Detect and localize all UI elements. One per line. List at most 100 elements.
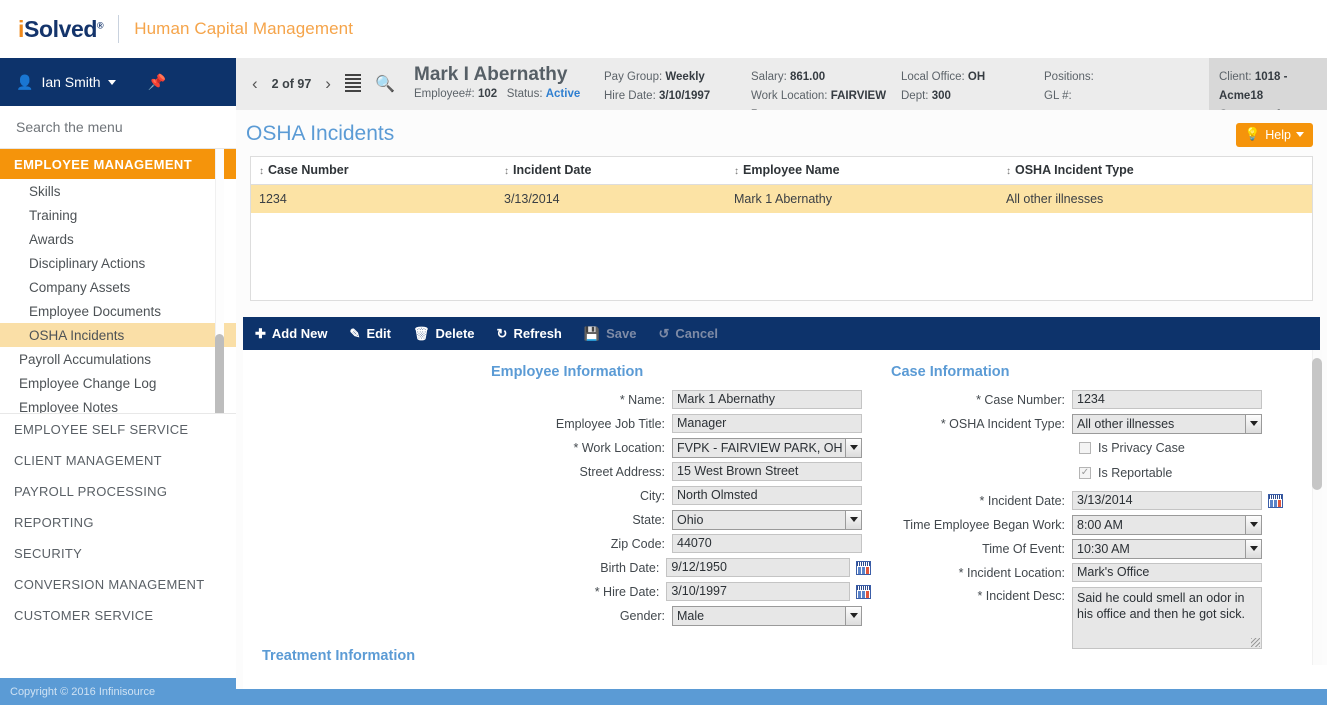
refresh-button[interactable]: ↻Refresh bbox=[497, 326, 562, 342]
incidents-table: ↕Case Number ↕Incident Date ↕Employee Na… bbox=[251, 157, 1312, 213]
chevron-right-icon[interactable]: › bbox=[325, 74, 331, 94]
delete-button[interactable]: 🗑Delete bbox=[413, 326, 475, 342]
sidebar-sections: EMPLOYEE SELF SERVICECLIENT MANAGEMENTPA… bbox=[0, 414, 236, 631]
employee-num-label: Employee#: bbox=[414, 88, 475, 100]
sidebar-item-employee-documents[interactable]: Employee Documents bbox=[0, 299, 236, 323]
chevron-down-icon[interactable] bbox=[845, 511, 861, 529]
sidebar-item-training[interactable]: Training bbox=[0, 203, 236, 227]
calendar-icon[interactable] bbox=[1268, 494, 1283, 508]
state-select[interactable]: Ohio bbox=[672, 510, 862, 530]
chevron-down-icon bbox=[1296, 132, 1304, 137]
chevron-down-icon[interactable] bbox=[1245, 540, 1261, 558]
osha-incident-type-select[interactable]: All other illnesses bbox=[1072, 414, 1262, 434]
street-address-input[interactable]: 15 West Brown Street bbox=[672, 462, 862, 481]
gender-select[interactable]: Male bbox=[672, 606, 862, 626]
column-header-osha-incident-type[interactable]: ↕OSHA Incident Type bbox=[998, 157, 1312, 185]
chevron-left-icon[interactable]: ‹ bbox=[252, 74, 258, 94]
registered-mark: ® bbox=[97, 20, 103, 30]
birth-date-input[interactable]: 9/12/1950 bbox=[666, 558, 850, 577]
name-input[interactable]: Mark 1 Abernathy bbox=[672, 390, 862, 409]
gender-value: Male bbox=[677, 609, 704, 623]
incident-location-input[interactable]: Mark's Office bbox=[1072, 563, 1262, 582]
sidebar-item-payroll-accumulations[interactable]: Payroll Accumulations bbox=[0, 347, 236, 371]
add-new-button[interactable]: ✚Add New bbox=[255, 326, 328, 342]
employee-field-group-2: Salary: 861.00 Work Location: FAIRVIEW P… bbox=[751, 58, 901, 110]
sidebar-item-label: Employee Notes bbox=[19, 400, 118, 415]
search-icon[interactable]: 🔍 bbox=[375, 74, 395, 94]
logo-solved: Solved bbox=[24, 16, 97, 42]
employee-field-group-1: Pay Group: Weekly Hire Date: 3/10/1997 bbox=[604, 58, 751, 110]
incident-desc-textarea[interactable]: Said he could smell an odor in his offic… bbox=[1072, 587, 1262, 649]
sidebar-section-payroll-processing[interactable]: PAYROLL PROCESSING bbox=[0, 476, 236, 507]
job-title-input[interactable]: Manager bbox=[672, 414, 862, 433]
calendar-icon[interactable] bbox=[856, 561, 871, 575]
zip-code-label: Zip Code: bbox=[491, 537, 672, 551]
form-scrollbar-thumb[interactable] bbox=[1312, 358, 1322, 490]
sidebar-section-reporting[interactable]: REPORTING bbox=[0, 507, 236, 538]
sidebar-section-label: CONVERSION MANAGEMENT bbox=[14, 577, 204, 592]
chevron-down-icon[interactable] bbox=[1245, 415, 1261, 433]
sidebar-item-disciplinary-actions[interactable]: Disciplinary Actions bbox=[0, 251, 236, 275]
sidebar-item-osha-incidents[interactable]: OSHA Incidents bbox=[0, 323, 236, 347]
sidebar-section-client-management[interactable]: CLIENT MANAGEMENT bbox=[0, 445, 236, 476]
work-location-label: * Work Location: bbox=[491, 441, 672, 455]
resize-grip-icon[interactable] bbox=[1251, 638, 1260, 647]
sidebar-item-awards[interactable]: Awards bbox=[0, 227, 236, 251]
calendar-icon[interactable] bbox=[856, 585, 871, 599]
zip-code-input[interactable]: 44070 bbox=[672, 534, 862, 553]
incident-date-input[interactable]: 3/13/2014 bbox=[1072, 491, 1262, 510]
plus-icon: ✚ bbox=[255, 326, 266, 342]
sidebar-section-conversion-management[interactable]: CONVERSION MANAGEMENT bbox=[0, 569, 236, 600]
chevron-down-icon[interactable] bbox=[845, 607, 861, 625]
pencil-square-icon: ✎ bbox=[350, 326, 361, 342]
column-header-case-number[interactable]: ↕Case Number bbox=[251, 157, 496, 185]
sidebar-section-customer-service[interactable]: CUSTOMER SERVICE bbox=[0, 600, 236, 631]
sidebar-section-employee-management[interactable]: EMPLOYEE MANAGEMENT bbox=[0, 149, 236, 179]
case-number-input[interactable]: 1234 bbox=[1072, 390, 1262, 409]
time-began-work-select[interactable]: 8:00 AM bbox=[1072, 515, 1262, 535]
employee-num-value: 102 bbox=[478, 88, 497, 100]
city-input[interactable]: North Olmsted bbox=[672, 486, 862, 505]
column-header-incident-date[interactable]: ↕Incident Date bbox=[496, 157, 726, 185]
chevron-down-icon[interactable] bbox=[845, 439, 861, 457]
is-reportable-checkbox[interactable]: ✓ bbox=[1079, 467, 1091, 479]
sidebar-item-label: OSHA Incidents bbox=[29, 328, 124, 343]
case-information-title: Case Information bbox=[891, 364, 1291, 380]
pin-icon[interactable]: 📌 bbox=[148, 73, 167, 91]
work-location-select[interactable]: FVPK - FAIRVIEW PARK, OH bbox=[672, 438, 862, 458]
time-of-event-select[interactable]: 10:30 AM bbox=[1072, 539, 1262, 559]
sidebar-section-security[interactable]: SECURITY bbox=[0, 538, 236, 569]
employee-information-panel: Employee Information * Name: Mark 1 Aber… bbox=[491, 364, 871, 630]
employee-information-title: Employee Information bbox=[491, 364, 871, 380]
hire-date-value: 3/10/1997 bbox=[659, 90, 710, 102]
sidebar-item-label: Training bbox=[29, 208, 77, 223]
cell-osha-incident-type: All other illnesses bbox=[998, 185, 1312, 214]
chevron-down-icon[interactable] bbox=[1245, 516, 1261, 534]
field-name: * Name: Mark 1 Abernathy bbox=[491, 390, 871, 409]
employee-name: Mark I Abernathy bbox=[414, 64, 604, 86]
sidebar-section-employee-self-service[interactable]: EMPLOYEE SELF SERVICE bbox=[0, 414, 236, 445]
sidebar-item-employee-notes[interactable]: Employee Notes bbox=[0, 395, 236, 414]
edit-button[interactable]: ✎ Edit bbox=[350, 326, 391, 342]
trash-icon: 🗑 bbox=[413, 326, 430, 342]
hire-date-input[interactable]: 3/10/1997 bbox=[666, 582, 850, 601]
case-number-label: * Case Number: bbox=[891, 393, 1072, 407]
column-header-employee-name[interactable]: ↕Employee Name bbox=[726, 157, 998, 185]
sidebar-item-company-assets[interactable]: Company Assets bbox=[0, 275, 236, 299]
name-label: * Name: bbox=[491, 393, 672, 407]
user-name[interactable]: Ian Smith bbox=[41, 74, 100, 90]
table-row[interactable]: 1234 3/13/2014 Mark 1 Abernathy All othe… bbox=[251, 185, 1312, 214]
field-is-privacy-case: Is Privacy Case bbox=[891, 438, 1291, 457]
menu-search-input[interactable]: Search the menu bbox=[0, 106, 236, 149]
chevron-down-icon[interactable] bbox=[108, 80, 116, 85]
is-privacy-case-checkbox[interactable] bbox=[1079, 442, 1091, 454]
field-gender: Gender: Male bbox=[491, 606, 871, 625]
sidebar: 👤 Ian Smith 📌 Search the menu EMPLOYEE M… bbox=[0, 58, 236, 705]
sidebar-scrollbar-thumb[interactable] bbox=[215, 334, 224, 414]
list-icon[interactable] bbox=[345, 74, 361, 94]
edit-label: Edit bbox=[366, 326, 391, 341]
help-button[interactable]: 💡 Help bbox=[1236, 123, 1313, 147]
local-office-label: Local Office: bbox=[901, 71, 965, 83]
sidebar-item-employee-change-log[interactable]: Employee Change Log bbox=[0, 371, 236, 395]
sidebar-item-skills[interactable]: Skills bbox=[0, 179, 236, 203]
